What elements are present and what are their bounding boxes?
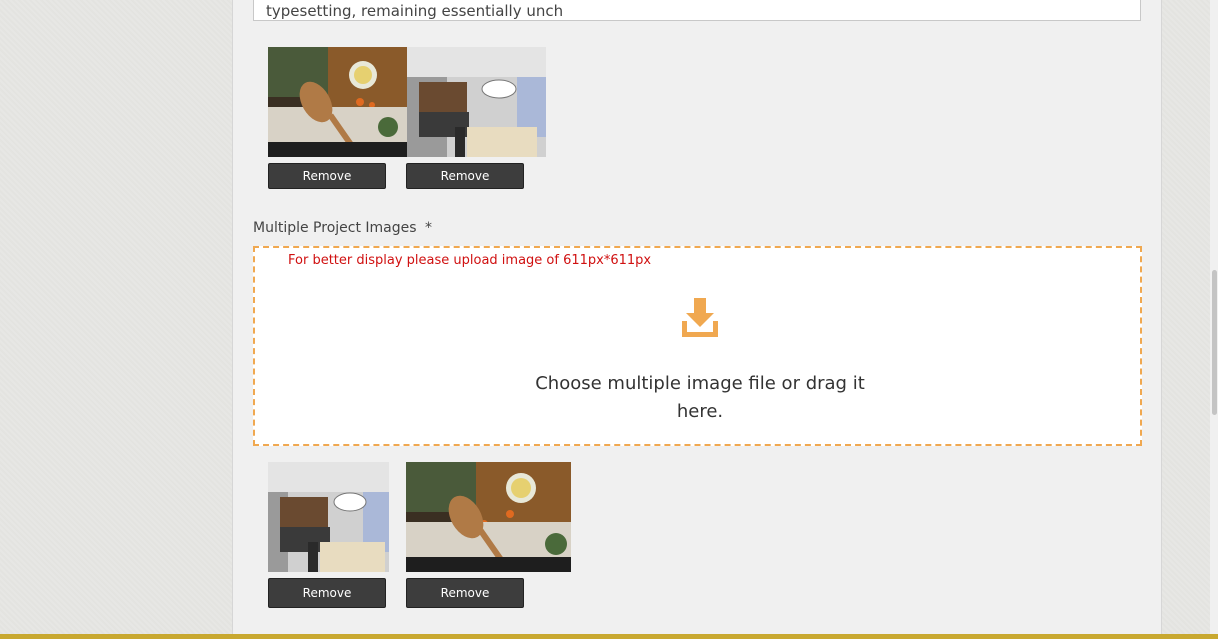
remove-image-button[interactable]: Remove — [406, 163, 524, 189]
description-textarea[interactable]: typesetting, remaining essentially unch — [253, 0, 1141, 21]
multiple-images-label: Multiple Project Images * — [253, 220, 432, 236]
project-image-thumbnail — [406, 462, 571, 572]
download-icon — [680, 296, 720, 344]
multiple-images-dropzone[interactable]: For better display please upload image o… — [253, 246, 1142, 446]
remove-image-button[interactable]: Remove — [268, 163, 386, 189]
scrollbar-thumb[interactable] — [1212, 270, 1217, 415]
remove-image-button[interactable]: Remove — [268, 578, 386, 608]
description-text: typesetting, remaining essentially unch — [266, 2, 564, 20]
upload-size-hint: For better display please upload image o… — [288, 253, 652, 268]
project-image-thumbnail — [407, 47, 546, 157]
project-image-thumbnail — [268, 462, 389, 572]
remove-image-button[interactable]: Remove — [406, 578, 524, 608]
dropzone-instructions: Choose multiple image file or drag it he… — [535, 373, 865, 422]
required-marker: * — [425, 220, 433, 236]
bottom-strip — [0, 634, 1218, 639]
project-image-thumbnail — [268, 47, 407, 157]
multiple-images-label-text: Multiple Project Images — [253, 220, 417, 236]
